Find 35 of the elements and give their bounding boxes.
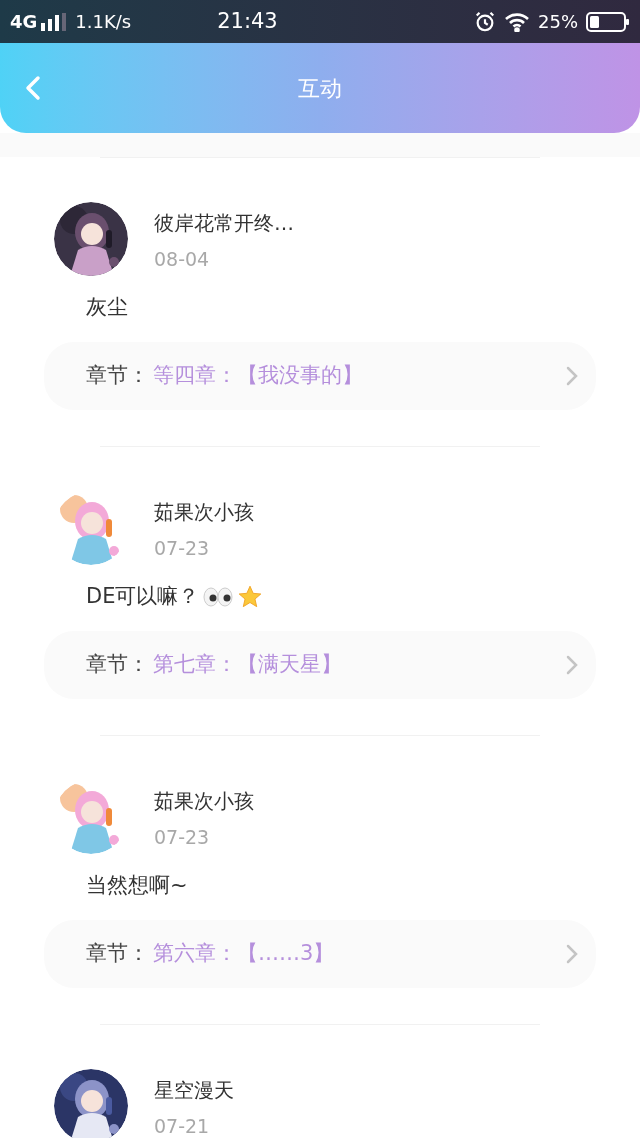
comment-date: 07-23 <box>154 825 211 850</box>
chevron-right-icon <box>566 944 578 964</box>
alarm-icon <box>474 10 496 33</box>
chapter-label: 章节： <box>86 940 149 968</box>
comment-date: 07-23 <box>154 536 211 561</box>
chapter-title: 等四章：【我没事的】 <box>153 362 363 390</box>
user-name: 茹果次小孩 <box>154 499 254 526</box>
comment-text: DE可以嘛？ <box>86 583 200 611</box>
signal-icon <box>41 12 68 31</box>
comment-text: 灰尘 <box>86 294 128 322</box>
page-title: 互动 <box>298 74 342 103</box>
user-name: 茹果次小孩 <box>154 788 254 815</box>
network-type: 4G <box>10 10 38 34</box>
battery-icon <box>586 11 630 32</box>
comment-date: 08-04 <box>154 247 211 272</box>
back-icon <box>25 75 41 101</box>
chevron-right-icon <box>566 366 578 386</box>
battery-percent: 25% <box>538 10 578 34</box>
chapter-label: 章节： <box>86 362 149 390</box>
chapter-title: 第七章：【满天星】 <box>153 651 342 679</box>
wifi-icon <box>504 11 530 32</box>
eyes-icon <box>203 586 234 608</box>
chapter-label: 章节： <box>86 651 149 679</box>
chapter-link[interactable]: 章节： 等四章：【我没事的】 <box>44 342 596 410</box>
user-name: 星空漫天 <box>154 1077 234 1104</box>
chapter-link[interactable]: 章节： 第六章：【……3】 <box>44 920 596 988</box>
chevron-right-icon <box>566 655 578 675</box>
chapter-link[interactable]: 章节： 第七章：【满天星】 <box>44 631 596 699</box>
network-speed: 1.1K/s <box>75 10 132 34</box>
user-name: 彼岸花常开终… <box>154 210 294 237</box>
clock: 21:43 <box>217 7 278 35</box>
comment-date: 07-21 <box>154 1114 211 1138</box>
chapter-title: 第六章：【……3】 <box>153 940 335 968</box>
star-icon <box>237 584 264 610</box>
comment-text: 当然想啊~ <box>86 872 188 900</box>
